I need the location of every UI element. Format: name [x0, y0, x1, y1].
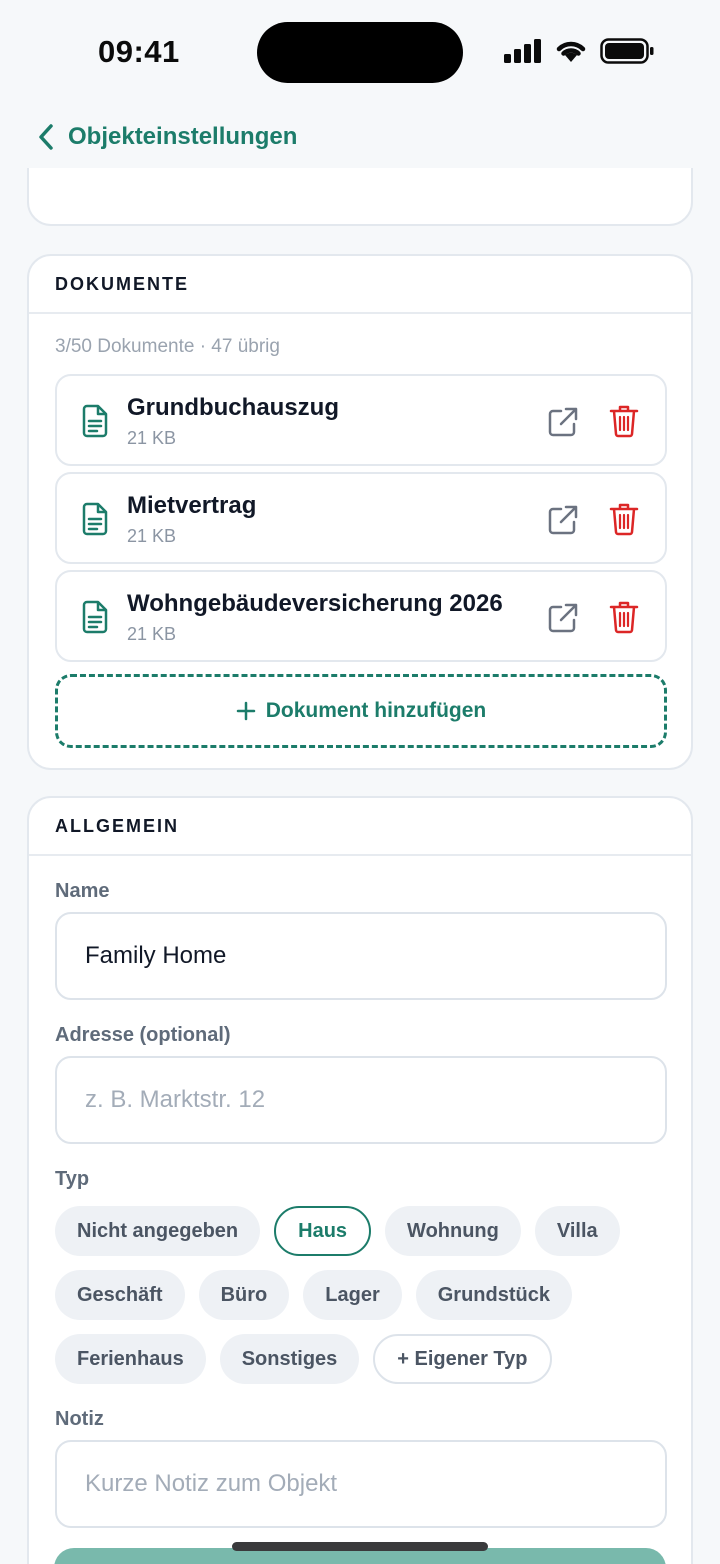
- document-name: Grundbuchauszug: [127, 394, 339, 421]
- document-icon: [82, 404, 108, 438]
- name-label: Name: [55, 880, 110, 902]
- back-button[interactable]: Objekteinstellungen: [36, 123, 297, 151]
- type-chip-haus[interactable]: Haus: [274, 1206, 372, 1256]
- type-chip-villa[interactable]: Villa: [534, 1206, 620, 1256]
- type-chip-wohnung[interactable]: Wohnung: [385, 1206, 521, 1256]
- status-icons: [504, 38, 654, 64]
- type-chip-ferienhaus[interactable]: Ferienhaus: [55, 1334, 206, 1384]
- trash-icon[interactable]: [609, 502, 639, 536]
- type-chip-sonstiges[interactable]: Sonstiges: [219, 1334, 360, 1384]
- external-link-icon[interactable]: [547, 406, 579, 438]
- dynamic-island: [257, 22, 463, 83]
- battery-icon: [600, 38, 654, 64]
- name-input[interactable]: Family Home: [55, 912, 667, 1000]
- navigation-bar: Objekteinstellungen: [0, 106, 720, 168]
- document-icon: [82, 600, 108, 634]
- document-icon: [82, 502, 108, 536]
- cellular-signal-icon: [504, 39, 541, 63]
- back-label: Objekteinstellungen: [68, 123, 298, 150]
- document-size: 21 KB: [127, 526, 177, 546]
- trash-icon[interactable]: [609, 600, 639, 634]
- chevron-left-icon: [39, 124, 53, 150]
- wifi-icon: [556, 41, 586, 62]
- document-size: 21 KB: [127, 428, 177, 448]
- add-document-button[interactable]: Dokument hinzufügen: [55, 674, 667, 748]
- trash-icon[interactable]: [609, 404, 639, 438]
- general-header: ALLGEMEIN: [29, 798, 691, 856]
- status-bar: 09:41: [0, 0, 720, 106]
- type-label: Typ: [55, 1168, 90, 1190]
- home-indicator: [232, 1542, 488, 1551]
- address-input[interactable]: z. B. Marktstr. 12: [55, 1056, 667, 1144]
- type-chip-buero[interactable]: Büro: [198, 1270, 290, 1320]
- document-row[interactable]: Mietvertrag 21 KB: [55, 472, 667, 564]
- type-chip-row: Ferienhaus Sonstiges + Eigener Typ: [55, 1334, 552, 1384]
- type-chip-row: Nicht angegeben Haus Wohnung Villa: [55, 1206, 620, 1256]
- documents-header: DOKUMENTE: [29, 256, 691, 314]
- status-time: 09:41: [98, 34, 180, 69]
- documents-count: 3/50 Dokumente · 47 übrig: [55, 336, 280, 357]
- documents-card: DOKUMENTE 3/50 Dokumente · 47 übrig Grun…: [27, 254, 693, 770]
- external-link-icon[interactable]: [547, 504, 579, 536]
- note-input[interactable]: Kurze Notiz zum Objekt: [55, 1440, 667, 1528]
- document-name: Mietvertrag: [127, 492, 257, 519]
- document-row[interactable]: Wohngebäudeversicherung 2026 21 KB: [55, 570, 667, 662]
- type-chip-grundstueck[interactable]: Grundstück: [415, 1270, 572, 1320]
- document-name: Wohngebäudeversicherung 2026: [127, 590, 503, 617]
- document-row[interactable]: Grundbuchauszug 21 KB: [55, 374, 667, 466]
- previous-section-card: [27, 168, 693, 226]
- type-chip-row: Geschäft Büro Lager Grundstück: [55, 1270, 572, 1320]
- general-card: ALLGEMEIN Name Family Home Adresse (opti…: [27, 796, 693, 1564]
- type-chip-lager[interactable]: Lager: [303, 1270, 402, 1320]
- document-size: 21 KB: [127, 624, 177, 644]
- plus-icon: [236, 701, 255, 721]
- settings-scroll-area[interactable]: DOKUMENTE 3/50 Dokumente · 47 übrig Grun…: [0, 168, 720, 1564]
- address-label: Adresse (optional): [55, 1024, 231, 1046]
- add-document-label: Dokument hinzufügen: [265, 699, 487, 722]
- external-link-icon[interactable]: [547, 602, 579, 634]
- note-label: Notiz: [55, 1408, 104, 1430]
- custom-type-button[interactable]: + Eigener Typ: [373, 1334, 552, 1384]
- type-chip-nicht-angegeben[interactable]: Nicht angegeben: [55, 1206, 261, 1256]
- type-chip-geschaeft[interactable]: Geschäft: [55, 1270, 185, 1320]
